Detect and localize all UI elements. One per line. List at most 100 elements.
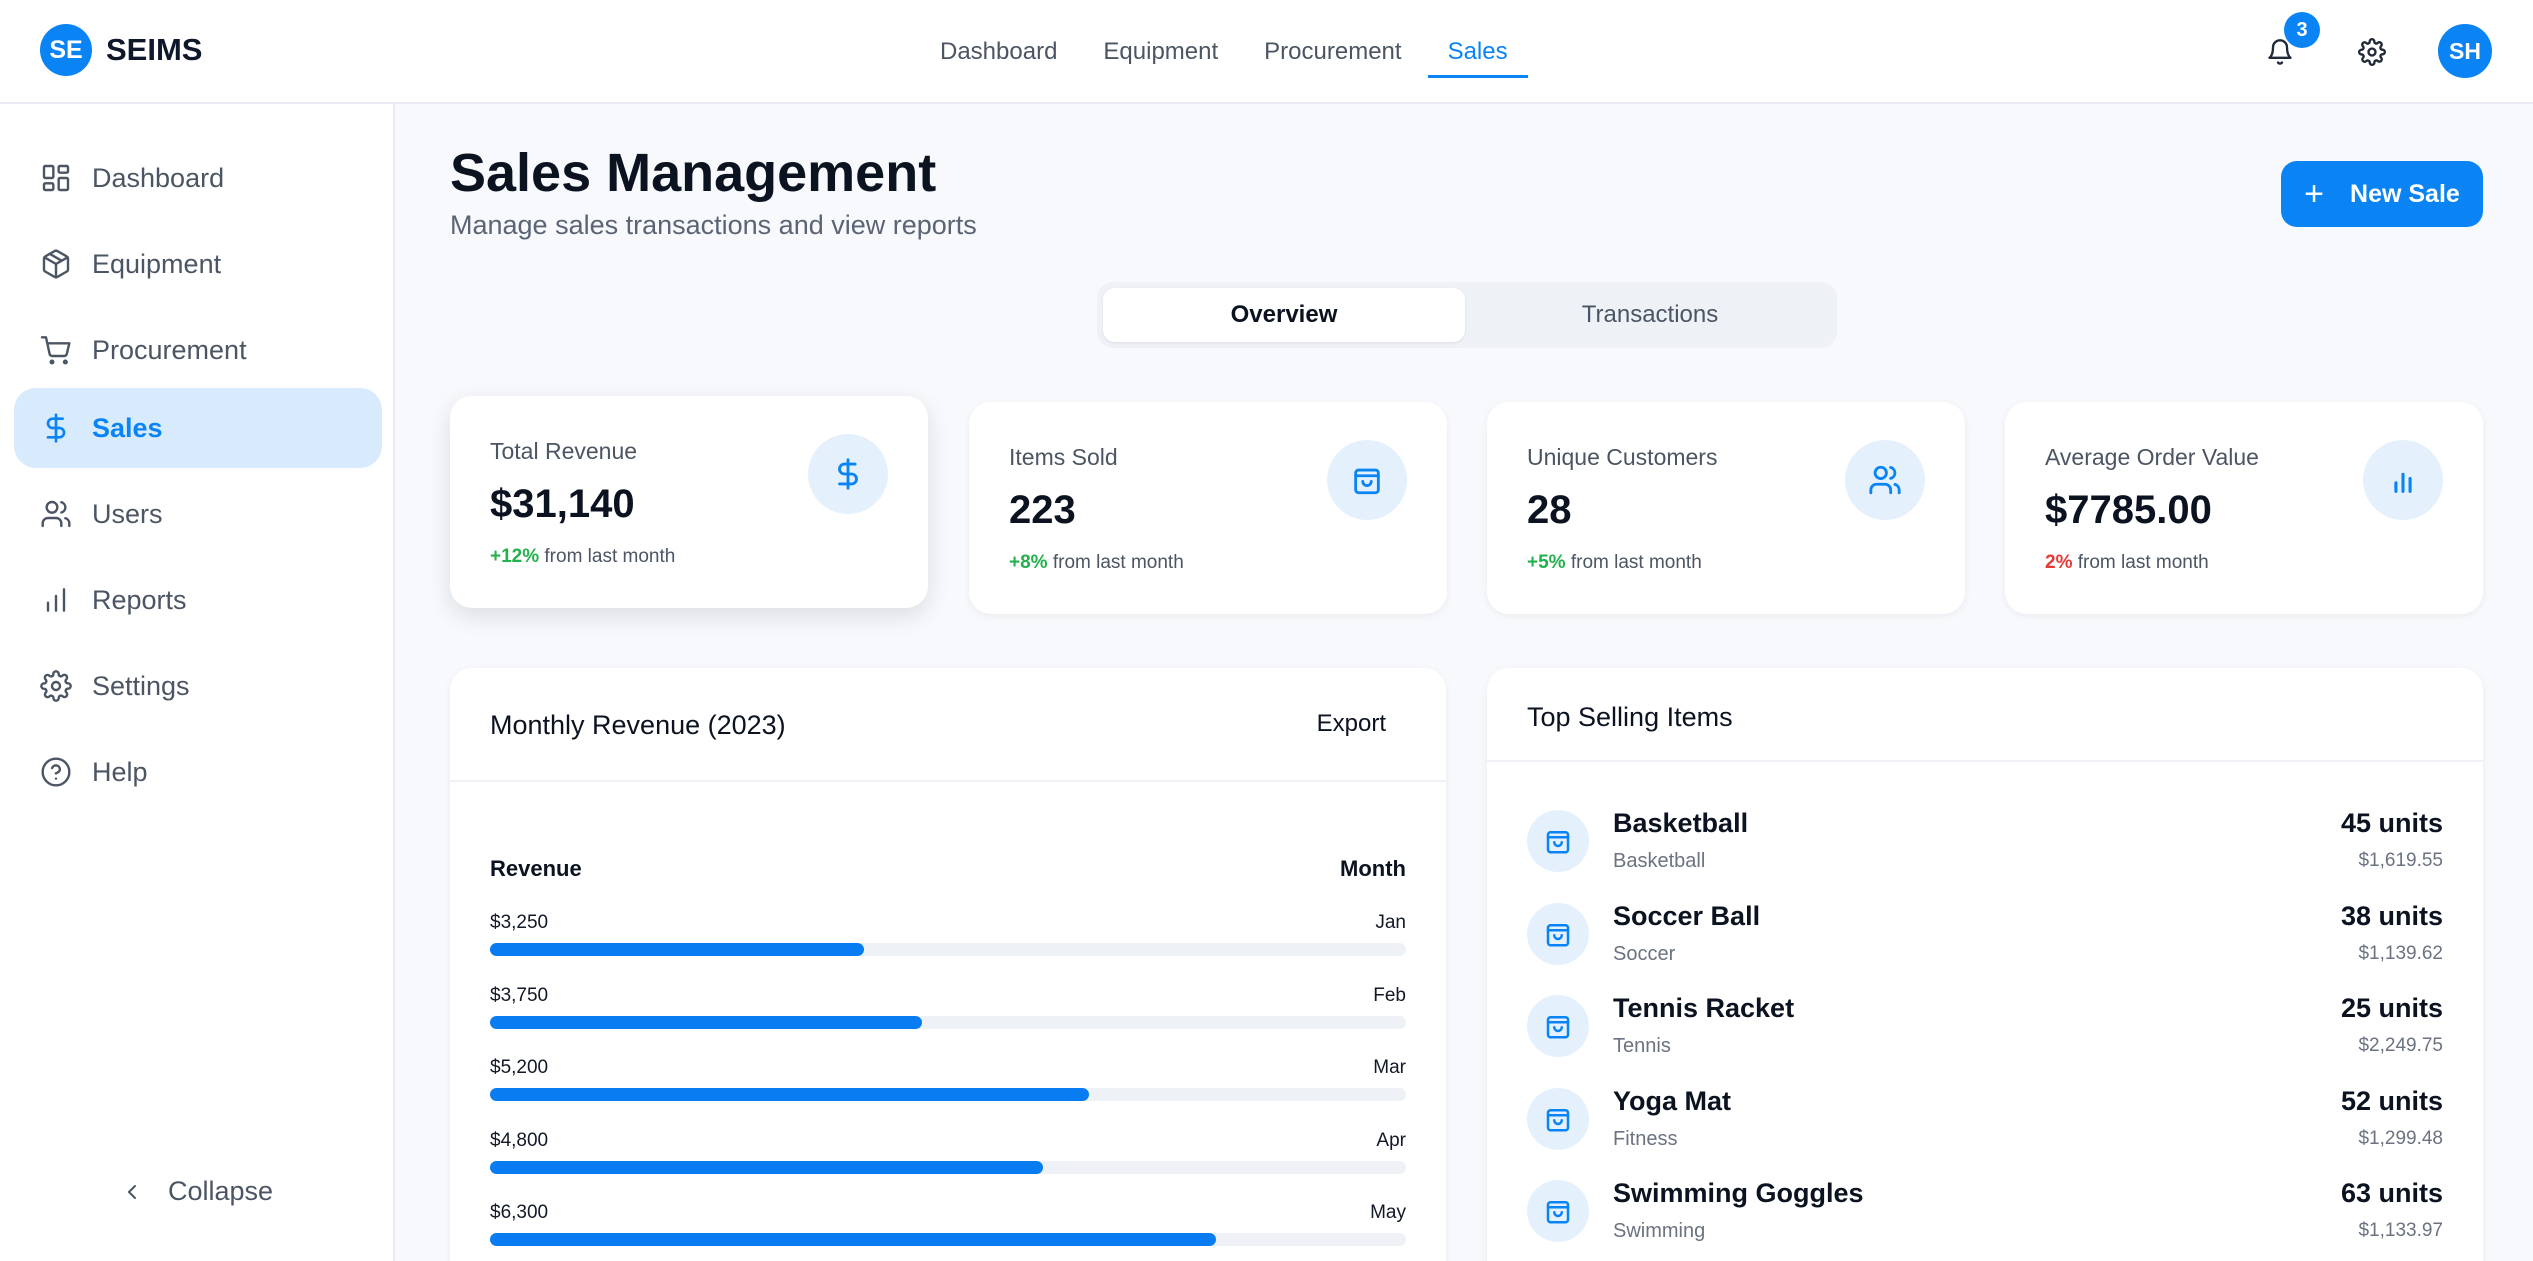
revenue-bar-row: $6,300 May [490,1202,1406,1258]
bar-track [490,1160,1406,1174]
sidebar-item-sales[interactable]: Sales [14,388,382,468]
bar-revenue-label: $4,800 [490,1129,549,1151]
cart-icon [40,336,71,365]
delta-value: +5% [1527,552,1566,573]
topnav-sales[interactable]: Sales [1427,0,1528,104]
shopping-bag-icon [1546,831,1570,854]
brand-logo: SE [40,24,92,76]
stat-card-total-revenue: Total Revenue $31,140 +12% from last mon… [450,396,928,608]
item-name: Tennis Racket [1613,993,1795,1023]
panel-title: Monthly Revenue (2023) [490,710,786,740]
brand-name: SEIMS [106,32,203,67]
stat-value: 223 [1009,488,1076,532]
bar-revenue-label: $3,750 [490,984,549,1006]
bar-fill [490,1233,1216,1246]
topnav-equipment[interactable]: Equipment [1083,0,1238,104]
notification-badge: 3 [2284,12,2320,48]
top-item-row[interactable]: Tennis Racket Tennis 25 units $2,249.75 [1527,987,2443,1067]
item-icon [1527,810,1589,872]
bar-revenue-label: $5,200 [490,1057,549,1078]
sidebar-item-label: Procurement [92,334,247,365]
item-name: Basketball [1613,808,1749,838]
item-revenue: $1,619.55 [2358,850,2443,871]
sidebar: Dashboard Equipment Procurement Sales Us… [0,104,395,1261]
revenue-bar-row: $4,800 Apr [490,1130,1406,1186]
collapse-label: Collapse [168,1176,274,1206]
dollar-icon [838,458,858,490]
user-avatar[interactable]: SH [2438,24,2492,78]
bar-fill [490,1015,922,1029]
settings-button[interactable] [2348,28,2396,76]
top-bar: SE SEIMS Dashboard Equipment Procurement… [0,0,2533,104]
item-revenue: $1,133.97 [2358,1220,2443,1241]
stat-label: Average Order Value [2045,444,2259,470]
export-button[interactable]: Export [1317,710,1386,738]
delta-suffix: from last month [544,546,676,567]
item-icon [1527,902,1589,965]
collapse-button[interactable]: Collapse [120,1176,273,1207]
sidebar-item-settings[interactable]: Settings [14,646,382,726]
new-sale-label: New Sale [2350,179,2460,208]
stat-card-unique-customers: Unique Customers 28 +5% from last month [1487,402,1965,614]
page-title: Sales Management [450,143,937,203]
stat-card-average-order-value: Average Order Value $7785.00 2% from las… [2005,402,2483,614]
delta-value: +8% [1009,552,1048,573]
bar-revenue-label: $3,250 [490,912,549,933]
item-icon [1527,1180,1589,1242]
brand[interactable]: SE SEIMS [40,24,202,76]
delta-suffix: from last month [1570,552,1702,573]
sidebar-item-label: Dashboard [92,162,225,193]
bar-chart-icon [2394,472,2412,493]
bar-month-label: Apr [1376,1129,1406,1151]
item-category: Fitness [1613,1127,1678,1150]
stat-value: 28 [1527,488,1572,532]
bar-chart-icon [46,588,66,612]
gear-icon [40,670,72,702]
item-units: 25 units [2340,993,2443,1023]
monthly-revenue-panel: Monthly Revenue (2023) Export Revenue Mo… [450,668,1446,1261]
grid-icon [42,164,70,192]
item-icon [1527,995,1589,1057]
delta-value: 2% [2045,552,2073,573]
panel-divider [450,780,1446,782]
item-category: Tennis [1613,1035,1671,1057]
item-name: Soccer Ball [1613,900,1761,931]
column-header-month: Month [1340,856,1406,881]
delta-suffix: from last month [2077,552,2209,573]
stat-value: $7785.00 [2045,488,2212,532]
item-icon [1527,1087,1589,1150]
sidebar-item-label: Settings [92,670,190,701]
sidebar-item-users[interactable]: Users [14,474,382,554]
top-item-row[interactable]: Basketball Basketball 45 units $1,619.55 [1527,802,2443,882]
top-item-row[interactable]: Swimming Goggles Swimming 63 units $1,133.9… [1527,1172,2443,1252]
stat-label: Total Revenue [490,438,638,464]
stat-card-items-sold: Items Sold 223 +8% from last month [969,402,1447,614]
column-header-revenue: Revenue [490,856,582,881]
item-units: 52 units [2340,1085,2443,1116]
bar-track [490,943,1406,956]
chevron-left-icon [128,1184,136,1199]
item-units: 63 units [2340,1178,2443,1208]
tab-overview[interactable]: Overview [1103,288,1465,342]
bar-month-label: May [1370,1202,1406,1223]
sidebar-item-equipment[interactable]: Equipment [14,224,382,304]
topnav-dashboard[interactable]: Dashboard [920,0,1077,104]
stat-delta: +8% from last month [1009,552,1184,574]
top-item-row[interactable]: Yoga Mat Fitness 52 units $1,299.48 [1527,1080,2443,1160]
sidebar-item-dashboard[interactable]: Dashboard [14,138,382,218]
sidebar-item-reports[interactable]: Reports [14,560,382,640]
sidebar-item-label: Sales [92,412,163,443]
new-sale-button[interactable]: + New Sale [2281,161,2483,227]
item-category: Swimming [1613,1220,1706,1242]
sidebar-item-procurement[interactable]: Procurement [14,310,382,390]
bar-fill [490,1088,1089,1101]
bar-fill [490,1160,1043,1174]
panel-title: Top Selling Items [1527,702,1733,732]
tab-transactions[interactable]: Transactions [1469,288,1831,342]
sidebar-item-help[interactable]: Help [14,732,382,812]
item-units: 38 units [2340,900,2443,931]
stat-delta: 2% from last month [2045,552,2209,574]
top-item-row[interactable]: Soccer Ball Soccer 38 units $1,139.62 [1527,895,2443,975]
topnav-procurement[interactable]: Procurement [1244,0,1421,104]
sidebar-item-label: Reports [92,584,187,615]
